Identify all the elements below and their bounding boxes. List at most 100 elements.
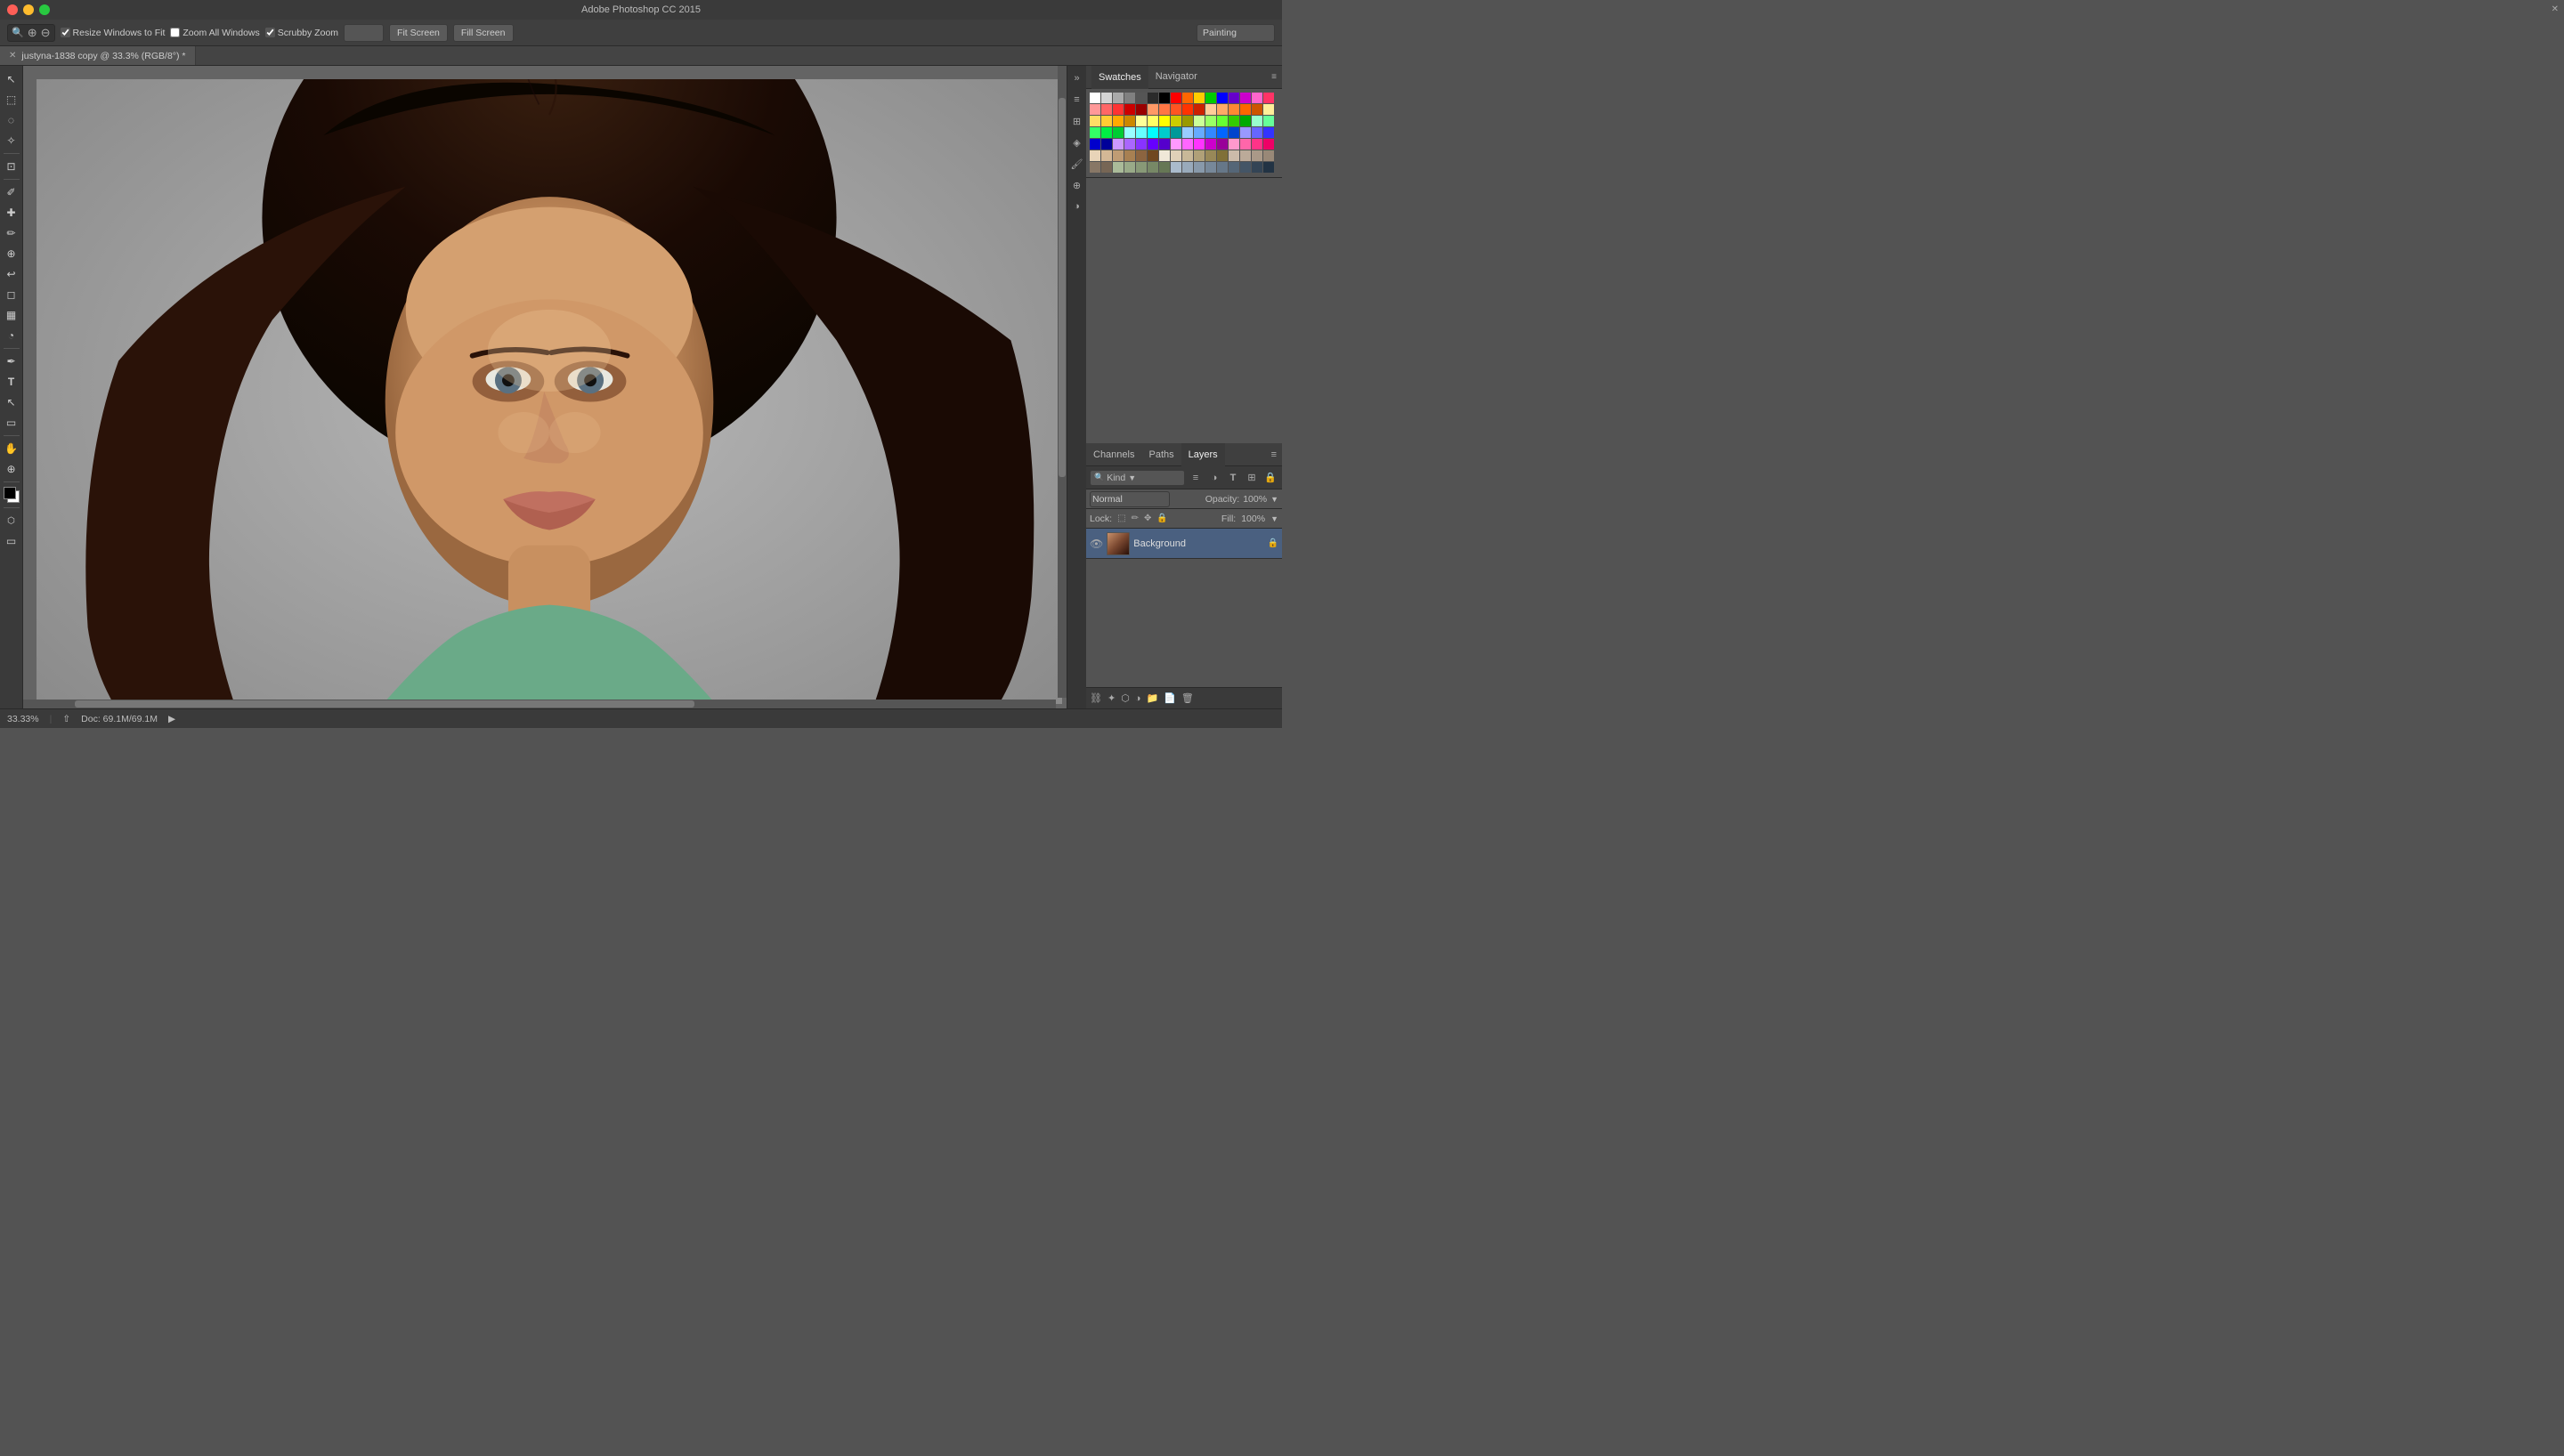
swatch[interactable]: [1113, 116, 1124, 126]
swatch[interactable]: [1101, 93, 1112, 103]
swatch[interactable]: [1229, 104, 1239, 115]
hand-tool[interactable]: ✋: [2, 439, 21, 458]
swatch[interactable]: [1090, 127, 1100, 138]
layer-name[interactable]: Background: [1133, 538, 1263, 549]
swatch[interactable]: [1205, 150, 1216, 161]
swatch[interactable]: [1194, 127, 1205, 138]
swatch[interactable]: [1205, 162, 1216, 173]
swatch[interactable]: [1194, 116, 1205, 126]
swatch[interactable]: [1101, 150, 1112, 161]
layers-text-btn[interactable]: T: [1225, 470, 1241, 486]
swatch[interactable]: [1124, 104, 1135, 115]
swatch[interactable]: [1217, 162, 1228, 173]
swatch[interactable]: [1113, 139, 1124, 150]
swatch[interactable]: [1171, 104, 1181, 115]
swatch[interactable]: [1263, 150, 1274, 161]
swatch[interactable]: [1182, 150, 1193, 161]
swatch[interactable]: [1090, 150, 1100, 161]
swatch[interactable]: [1240, 93, 1251, 103]
swatch[interactable]: [1252, 139, 1262, 150]
color-swatch[interactable]: [2, 485, 21, 505]
3d-icon[interactable]: ◈: [1068, 133, 1086, 151]
swatch[interactable]: [1205, 139, 1216, 150]
swatch[interactable]: [1113, 104, 1124, 115]
swatch[interactable]: [1263, 162, 1274, 173]
layers-panel-menu-icon[interactable]: ≡: [1271, 449, 1282, 460]
swatch[interactable]: [1159, 139, 1170, 150]
swatch[interactable]: [1101, 162, 1112, 173]
swatch[interactable]: [1159, 116, 1170, 126]
swatch[interactable]: [1136, 127, 1147, 138]
tab-paths[interactable]: Paths: [1141, 443, 1181, 466]
swatch[interactable]: [1252, 162, 1262, 173]
swatch[interactable]: [1148, 104, 1158, 115]
swatch[interactable]: [1090, 162, 1100, 173]
swatch[interactable]: [1148, 139, 1158, 150]
swatch[interactable]: [1124, 139, 1135, 150]
workspace-select[interactable]: Painting Essentials Photography: [1197, 24, 1275, 42]
zoom-all-windows-checkbox[interactable]: [170, 28, 180, 37]
swatch[interactable]: [1136, 150, 1147, 161]
history-tool[interactable]: ↩: [2, 264, 21, 284]
layer-row[interactable]: 👁 Background 🔒: [1086, 529, 1282, 559]
swatch[interactable]: [1171, 116, 1181, 126]
swatch[interactable]: [1217, 127, 1228, 138]
swatch[interactable]: [1148, 116, 1158, 126]
tab-layers[interactable]: Layers: [1181, 443, 1225, 466]
vertical-scrollbar-thumb[interactable]: [1059, 98, 1066, 477]
gradient-tool[interactable]: ▦: [2, 305, 21, 325]
swatch[interactable]: [1148, 162, 1158, 173]
layers-search-dropdown-icon[interactable]: ▼: [1128, 473, 1136, 482]
scrubby-zoom-checkbox[interactable]: [265, 28, 275, 37]
swatch[interactable]: [1252, 93, 1262, 103]
layers-search[interactable]: 🔍 Kind ▼: [1090, 470, 1185, 486]
fill-dropdown[interactable]: ▼: [1270, 514, 1278, 523]
swatch[interactable]: [1113, 93, 1124, 103]
resize-windows-checkbox[interactable]: [61, 28, 70, 37]
swatch[interactable]: [1229, 150, 1239, 161]
swatch[interactable]: [1101, 127, 1112, 138]
swatch[interactable]: [1159, 104, 1170, 115]
tab-swatches[interactable]: Swatches: [1091, 66, 1148, 89]
shape-tool[interactable]: ▭: [2, 413, 21, 433]
status-arrow[interactable]: ▶: [168, 714, 175, 724]
swatch[interactable]: [1171, 139, 1181, 150]
layers-adjust-btn[interactable]: ◑: [1206, 470, 1222, 486]
swatch[interactable]: [1182, 93, 1193, 103]
tab-channels[interactable]: Channels: [1086, 443, 1141, 466]
swatch[interactable]: [1217, 139, 1228, 150]
blend-mode-select[interactable]: Normal Dissolve Multiply Screen Overlay: [1090, 491, 1170, 507]
fill-screen-button[interactable]: Fill Screen: [453, 24, 514, 42]
swatch[interactable]: [1217, 104, 1228, 115]
clone-tool[interactable]: ⊕: [2, 244, 21, 263]
add-style-icon[interactable]: ✦: [1108, 692, 1116, 704]
swatch[interactable]: [1171, 150, 1181, 161]
swatch[interactable]: [1194, 93, 1205, 103]
eyedropper-tool[interactable]: ✐: [2, 182, 21, 202]
healing-tool[interactable]: ✚: [2, 203, 21, 222]
swatch[interactable]: [1159, 127, 1170, 138]
swatch[interactable]: [1113, 162, 1124, 173]
smudge-tool[interactable]: ◔: [2, 326, 21, 345]
swatch[interactable]: [1101, 116, 1112, 126]
opacity-value[interactable]: 100%: [1243, 494, 1267, 505]
add-mask-icon[interactable]: ⬡: [1121, 692, 1130, 704]
swatch[interactable]: [1148, 93, 1158, 103]
swatch[interactable]: [1240, 162, 1251, 173]
swatch[interactable]: [1263, 127, 1274, 138]
opacity-dropdown[interactable]: ▼: [1270, 495, 1278, 504]
swatch[interactable]: [1194, 162, 1205, 173]
collapse-panels-icon[interactable]: »: [1068, 69, 1086, 87]
eraser-tool[interactable]: ◻: [2, 285, 21, 304]
swatch[interactable]: [1194, 104, 1205, 115]
swatch[interactable]: [1136, 116, 1147, 126]
fill-value[interactable]: 100%: [1241, 514, 1265, 524]
swatch[interactable]: [1252, 116, 1262, 126]
swatch[interactable]: [1229, 127, 1239, 138]
vertical-scrollbar[interactable]: [1058, 66, 1067, 698]
swatch[interactable]: [1182, 127, 1193, 138]
magic-wand-tool[interactable]: ✧: [2, 131, 21, 150]
swatch[interactable]: [1229, 162, 1239, 173]
doc-tab[interactable]: ✕ justyna-1838 copy @ 33.3% (RGB/8°) *: [0, 46, 196, 65]
text-tool[interactable]: T: [2, 372, 21, 392]
